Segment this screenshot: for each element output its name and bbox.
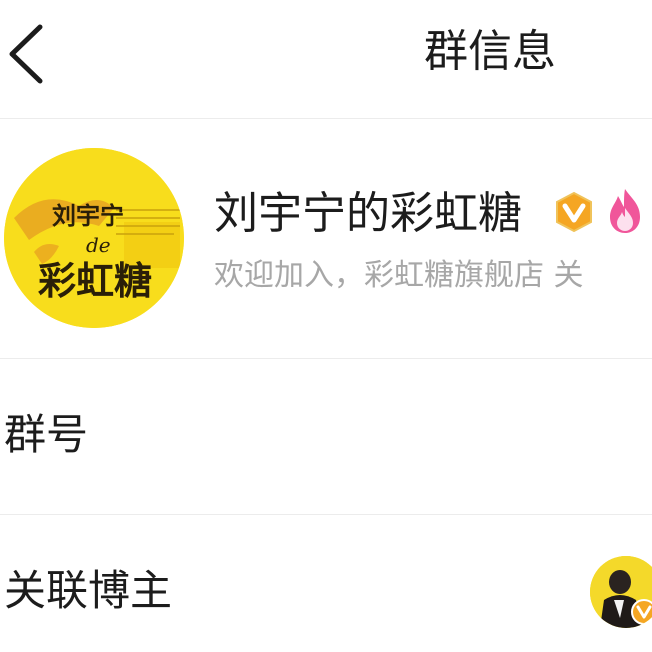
- header-bar: 群信息: [0, 0, 652, 118]
- avatar-text-1: 刘宇宁: [52, 202, 124, 230]
- divider: [0, 118, 652, 119]
- page-title: 群信息: [424, 26, 556, 77]
- group-name: 刘宇宁的彩虹糖: [214, 188, 522, 239]
- group-avatar[interactable]: 刘宇宁 de 彩虹糖: [4, 148, 184, 328]
- divider: [0, 514, 652, 515]
- fire-icon: [610, 189, 640, 233]
- group-avatar-art: 刘宇宁 de 彩虹糖: [4, 148, 184, 328]
- linked-blogger-avatar[interactable]: [590, 556, 652, 628]
- vip-badge-icon: [556, 191, 592, 233]
- blogger-photo: [590, 556, 652, 628]
- avatar-text-2: de: [86, 233, 111, 257]
- avatar-text-3: 彩虹糖: [38, 259, 152, 303]
- chevron-left-icon: [9, 24, 43, 84]
- group-description: 欢迎加入，彩虹糖旗舰店 关: [214, 258, 584, 293]
- linked-blogger-label[interactable]: 关联博主: [4, 562, 172, 620]
- divider: [0, 358, 652, 359]
- group-number-label[interactable]: 群号: [4, 406, 88, 464]
- back-button[interactable]: [0, 18, 52, 90]
